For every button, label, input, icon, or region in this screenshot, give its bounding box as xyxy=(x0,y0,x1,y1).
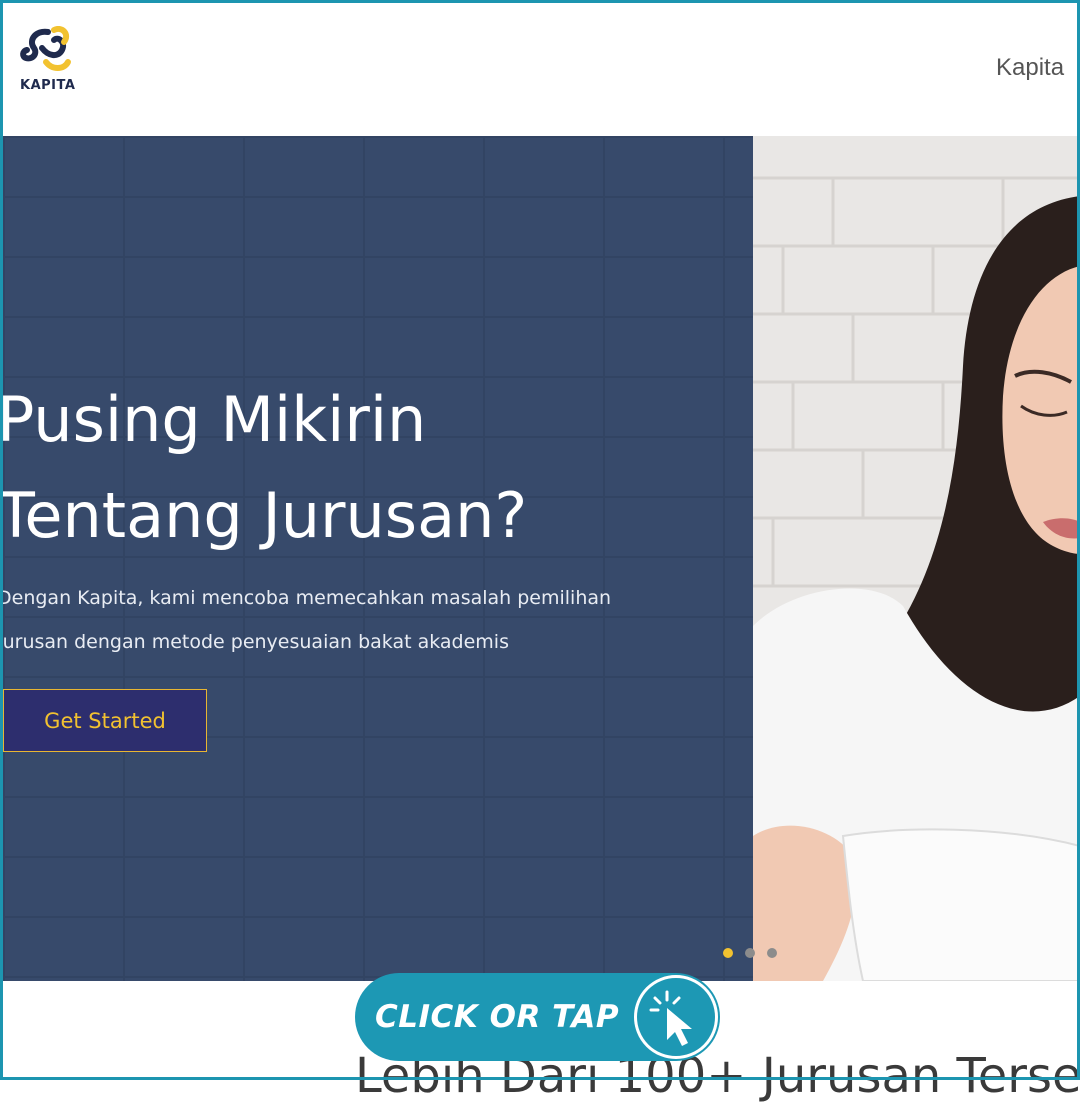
carousel-dot-1[interactable] xyxy=(723,948,733,958)
kapita-logo-icon xyxy=(20,26,71,71)
hero-description: Dengan Kapita, kami mencoba memecahkan m… xyxy=(3,576,697,664)
logo-wordmark: KAPITA xyxy=(20,78,76,93)
nav-item-kapita[interactable]: Kapita xyxy=(996,54,1064,82)
hero-title-line-1: Pusing Mikirin xyxy=(3,383,427,456)
kapita-logo[interactable]: KAPITA xyxy=(18,26,82,98)
hero-photo xyxy=(753,136,1080,981)
hero-carousel: Pusing Mikirin Tentang Jurusan? Dengan K… xyxy=(3,136,1080,981)
carousel-dot-2[interactable] xyxy=(745,948,755,958)
hero-description-line-2: Jurusan dengan metode penyesuaian bakat … xyxy=(3,631,509,653)
hero-title-line-2: Tentang Jurusan? xyxy=(3,479,528,552)
click-or-tap-badge[interactable]: CLICK OR TAP xyxy=(355,973,720,1061)
click-or-tap-label: CLICK OR TAP xyxy=(375,999,620,1035)
hero-text-panel: Pusing Mikirin Tentang Jurusan? Dengan K… xyxy=(3,136,753,981)
site-header: KAPITA Kapita xyxy=(0,0,1080,136)
pointer-click-icon xyxy=(634,975,718,1059)
hero-description-line-1: Dengan Kapita, kami mencoba memecahkan m… xyxy=(3,587,612,609)
carousel-indicators xyxy=(723,948,777,958)
hero-title: Pusing Mikirin Tentang Jurusan? xyxy=(3,372,697,564)
get-started-button[interactable]: Get Started xyxy=(3,689,207,752)
student-photo-illustration xyxy=(753,136,1080,981)
carousel-dot-3[interactable] xyxy=(767,948,777,958)
